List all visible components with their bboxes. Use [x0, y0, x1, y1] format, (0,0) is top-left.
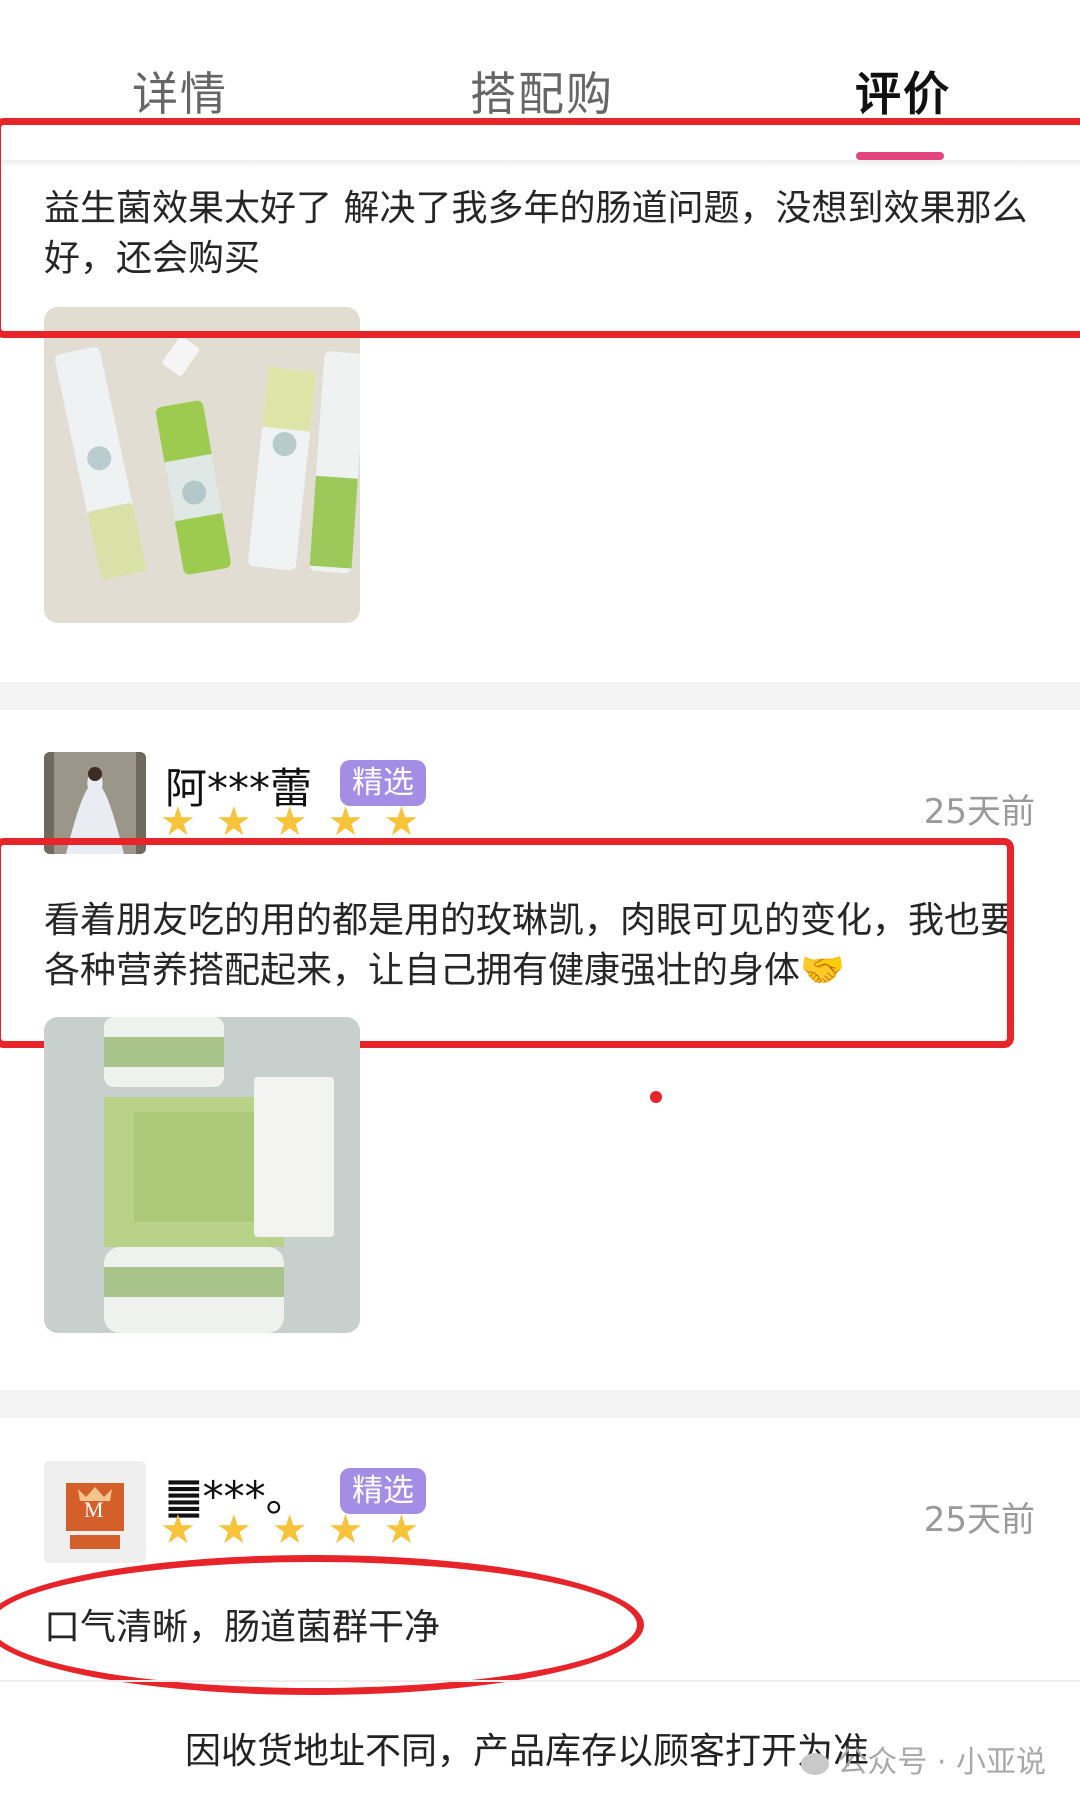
- review-1-photo[interactable]: [44, 307, 360, 623]
- watermark: 公众号 · 小亚说: [801, 1737, 1046, 1781]
- tab-details[interactable]: 详情: [132, 58, 228, 124]
- review-2-photo[interactable]: [44, 1017, 360, 1333]
- wechat-icon: [801, 1752, 830, 1775]
- highlight-ellipse-review-3: [0, 1555, 644, 1695]
- stock-notice: 因收货地址不同，产品库存以顾客打开为准: [185, 1731, 870, 1772]
- avatar[interactable]: M: [44, 1461, 146, 1563]
- star-rating: ★★★★★: [160, 1507, 440, 1553]
- logo-letter: M: [84, 1497, 104, 1522]
- star-rating: ★★★★★: [160, 799, 440, 845]
- watermark-text: 公众号 · 小亚说: [837, 1745, 1046, 1780]
- review-time: 25天前: [923, 1500, 1035, 1540]
- review-divider-2: [0, 1390, 1080, 1418]
- highlight-box-review-1: [0, 118, 1080, 338]
- review-divider-1: [0, 682, 1080, 710]
- footer-separator: [0, 1680, 1080, 1682]
- annotation-dot: [650, 1091, 662, 1103]
- review-time: 25天前: [923, 792, 1035, 832]
- tab-reviews[interactable]: 评价: [855, 58, 951, 124]
- tab-bundle-buy[interactable]: 搭配购: [470, 58, 614, 124]
